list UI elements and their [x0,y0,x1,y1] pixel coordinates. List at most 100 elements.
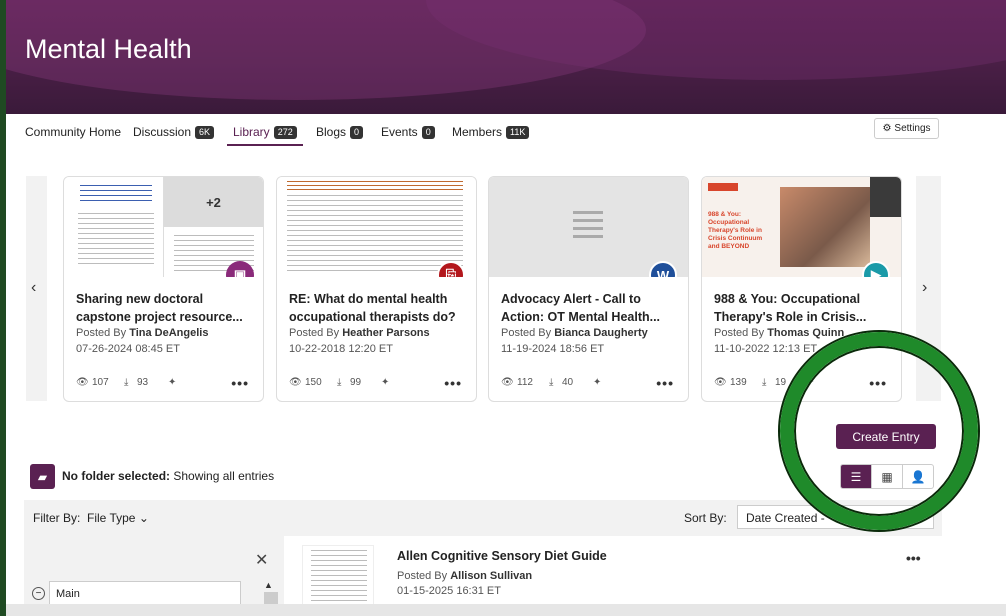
entry-title[interactable]: Allen Cognitive Sensory Diet Guide [397,549,607,563]
document-thumbnail: ⎘ [277,177,476,277]
settings-label: Settings [894,123,931,134]
card-stats: 👁 107 ⤓ 93 ✦ [76,377,256,391]
filter-by: Filter By: File Type ⌄ [33,511,149,525]
more-files-badge: +2 [164,177,263,227]
card-author: Posted By Thomas Quinn [714,327,845,339]
card-stats: 👁 150 ⤓ 99 ✦ [289,377,469,391]
library-page: Mental Health Community Home Discussion … [6,0,1006,616]
grid-view-icon[interactable]: ▦ [871,465,902,488]
entry-author: Posted By Allison Sullivan [397,570,533,582]
card-title[interactable]: RE: What do mental health occupational t… [289,290,469,326]
download-count: 99 [350,377,362,388]
author-link[interactable]: Allison Sullivan [450,570,532,582]
library-card[interactable]: +2 ▣ Sharing new doctoral capstone proje… [63,176,264,402]
sort-label: Sort By: [684,511,727,525]
chevron-right-icon[interactable]: › [922,279,927,297]
card-title[interactable]: Sharing new doctoral capstone project re… [76,290,256,326]
collapse-icon[interactable]: − [32,586,45,600]
more-options-button[interactable]: ••• [444,375,462,391]
count-badge: 0 [421,125,435,139]
download-icon: ⤓ [762,377,767,388]
list-view-icon[interactable]: ☰ [841,465,871,488]
folder-status: No folder selected: Showing all entries [62,469,275,483]
page-title: Mental Health [25,34,192,64]
card-title[interactable]: Advocacy Alert - Call to Action: OT Ment… [501,290,681,326]
community-tabs: Community Home Discussion 6K Library 272… [6,114,1006,146]
download-count: 40 [562,377,574,388]
close-icon[interactable]: ✕ [255,550,268,570]
view-count: 107 [92,377,109,388]
author-link[interactable]: Bianca Daugherty [554,327,648,339]
pin-icon[interactable]: ✦ [593,377,601,388]
folder-open-icon[interactable]: ▰ [30,464,55,489]
more-options-button[interactable]: ••• [656,375,674,391]
card-title[interactable]: 988 & You: Occupational Therapy's Role i… [714,290,894,326]
chevron-left-icon[interactable]: ‹ [31,279,36,297]
tree-node-label[interactable]: Main [49,581,241,605]
word-icon: W [649,261,677,277]
binoculars-icon: 👁 [289,377,302,388]
author-link[interactable]: Tina DeAngelis [129,327,208,339]
chevron-up-icon[interactable]: ▲ [264,580,273,590]
pin-icon[interactable]: ✦ [806,377,814,388]
binoculars-icon: 👁 [76,377,89,388]
document-thumbnail[interactable] [302,545,374,605]
author-link[interactable]: Heather Parsons [342,327,429,339]
card-stats: 👁 112 ⤓ 40 ✦ [501,377,681,391]
count-badge: 272 [273,125,297,139]
pin-icon[interactable]: ✦ [381,377,389,388]
count-badge: 0 [350,125,364,139]
sort-select[interactable]: Date Created - [737,505,934,529]
tab-events[interactable]: Events 0 [381,125,435,139]
card-date: 11-19-2024 18:56 ET [501,343,605,355]
author-link[interactable]: Thomas Quinn [767,327,844,339]
card-date: 07-26-2024 08:45 ET [76,343,180,355]
download-count: 19 [775,377,787,388]
tab-library[interactable]: Library 272 [227,125,303,146]
library-card[interactable]: ⎘ RE: What do mental health occupational… [276,176,477,402]
filter-bar: Filter By: File Type ⌄ Sort By: Date Cre… [24,500,942,536]
gear-icon: ⚙ [882,123,892,134]
bottom-strip [6,604,1006,616]
document-lines-icon [573,211,603,241]
library-card[interactable]: 988 & You: Occupational Therapy's Role i… [701,176,902,402]
tab-label: Events [381,125,418,139]
carousel-gutter [26,176,47,401]
tab-label: Members [452,125,503,139]
library-card[interactable]: W Advocacy Alert - Call to Action: OT Me… [488,176,689,402]
file-type-dropdown[interactable]: File Type [87,511,135,525]
view-count: 150 [305,377,322,388]
logo [708,183,738,191]
user-view-icon[interactable]: 👤 [902,465,933,488]
view-count: 112 [517,377,533,388]
more-options-button[interactable]: ••• [906,550,921,566]
more-options-button[interactable]: ••• [231,375,249,391]
tab-discussion[interactable]: Discussion 6K [133,125,215,139]
tree-node-main[interactable]: − Main [32,581,242,605]
view-count: 139 [730,377,747,388]
more-options-button[interactable]: ••• [869,375,887,391]
view-toggle: ☰ ▦ 👤 [840,464,934,489]
tab-label: Community Home [25,125,122,139]
tab-community-home[interactable]: Community Home [25,125,121,139]
create-entry-button[interactable]: Create Entry [836,424,936,449]
settings-button[interactable]: ⚙ Settings [874,118,939,139]
card-author: Posted By Tina DeAngelis [76,327,209,339]
slide-photo [780,187,870,267]
slide-title: 988 & You: Occupational Therapy's Role i… [708,211,763,250]
download-icon: ⤓ [337,377,342,388]
download-icon: ⤓ [124,377,129,388]
tab-members[interactable]: Members 11K [452,125,530,139]
hero-banner: Mental Health [6,0,1006,114]
pin-icon[interactable]: ✦ [168,377,176,388]
video-thumbnail: 988 & You: Occupational Therapy's Role i… [702,177,901,277]
count-badge: 6K [195,125,215,139]
tab-label: Library [233,125,270,139]
tab-label: Blogs [316,125,347,139]
presenter-video [870,177,901,217]
tab-blogs[interactable]: Blogs 0 [316,125,364,139]
document-thumbnail: W [489,177,688,277]
chevron-down-icon[interactable]: ⌄ [139,511,149,525]
count-badge: 11K [506,125,530,139]
entry-date: 01-15-2025 16:31 ET [397,585,501,597]
